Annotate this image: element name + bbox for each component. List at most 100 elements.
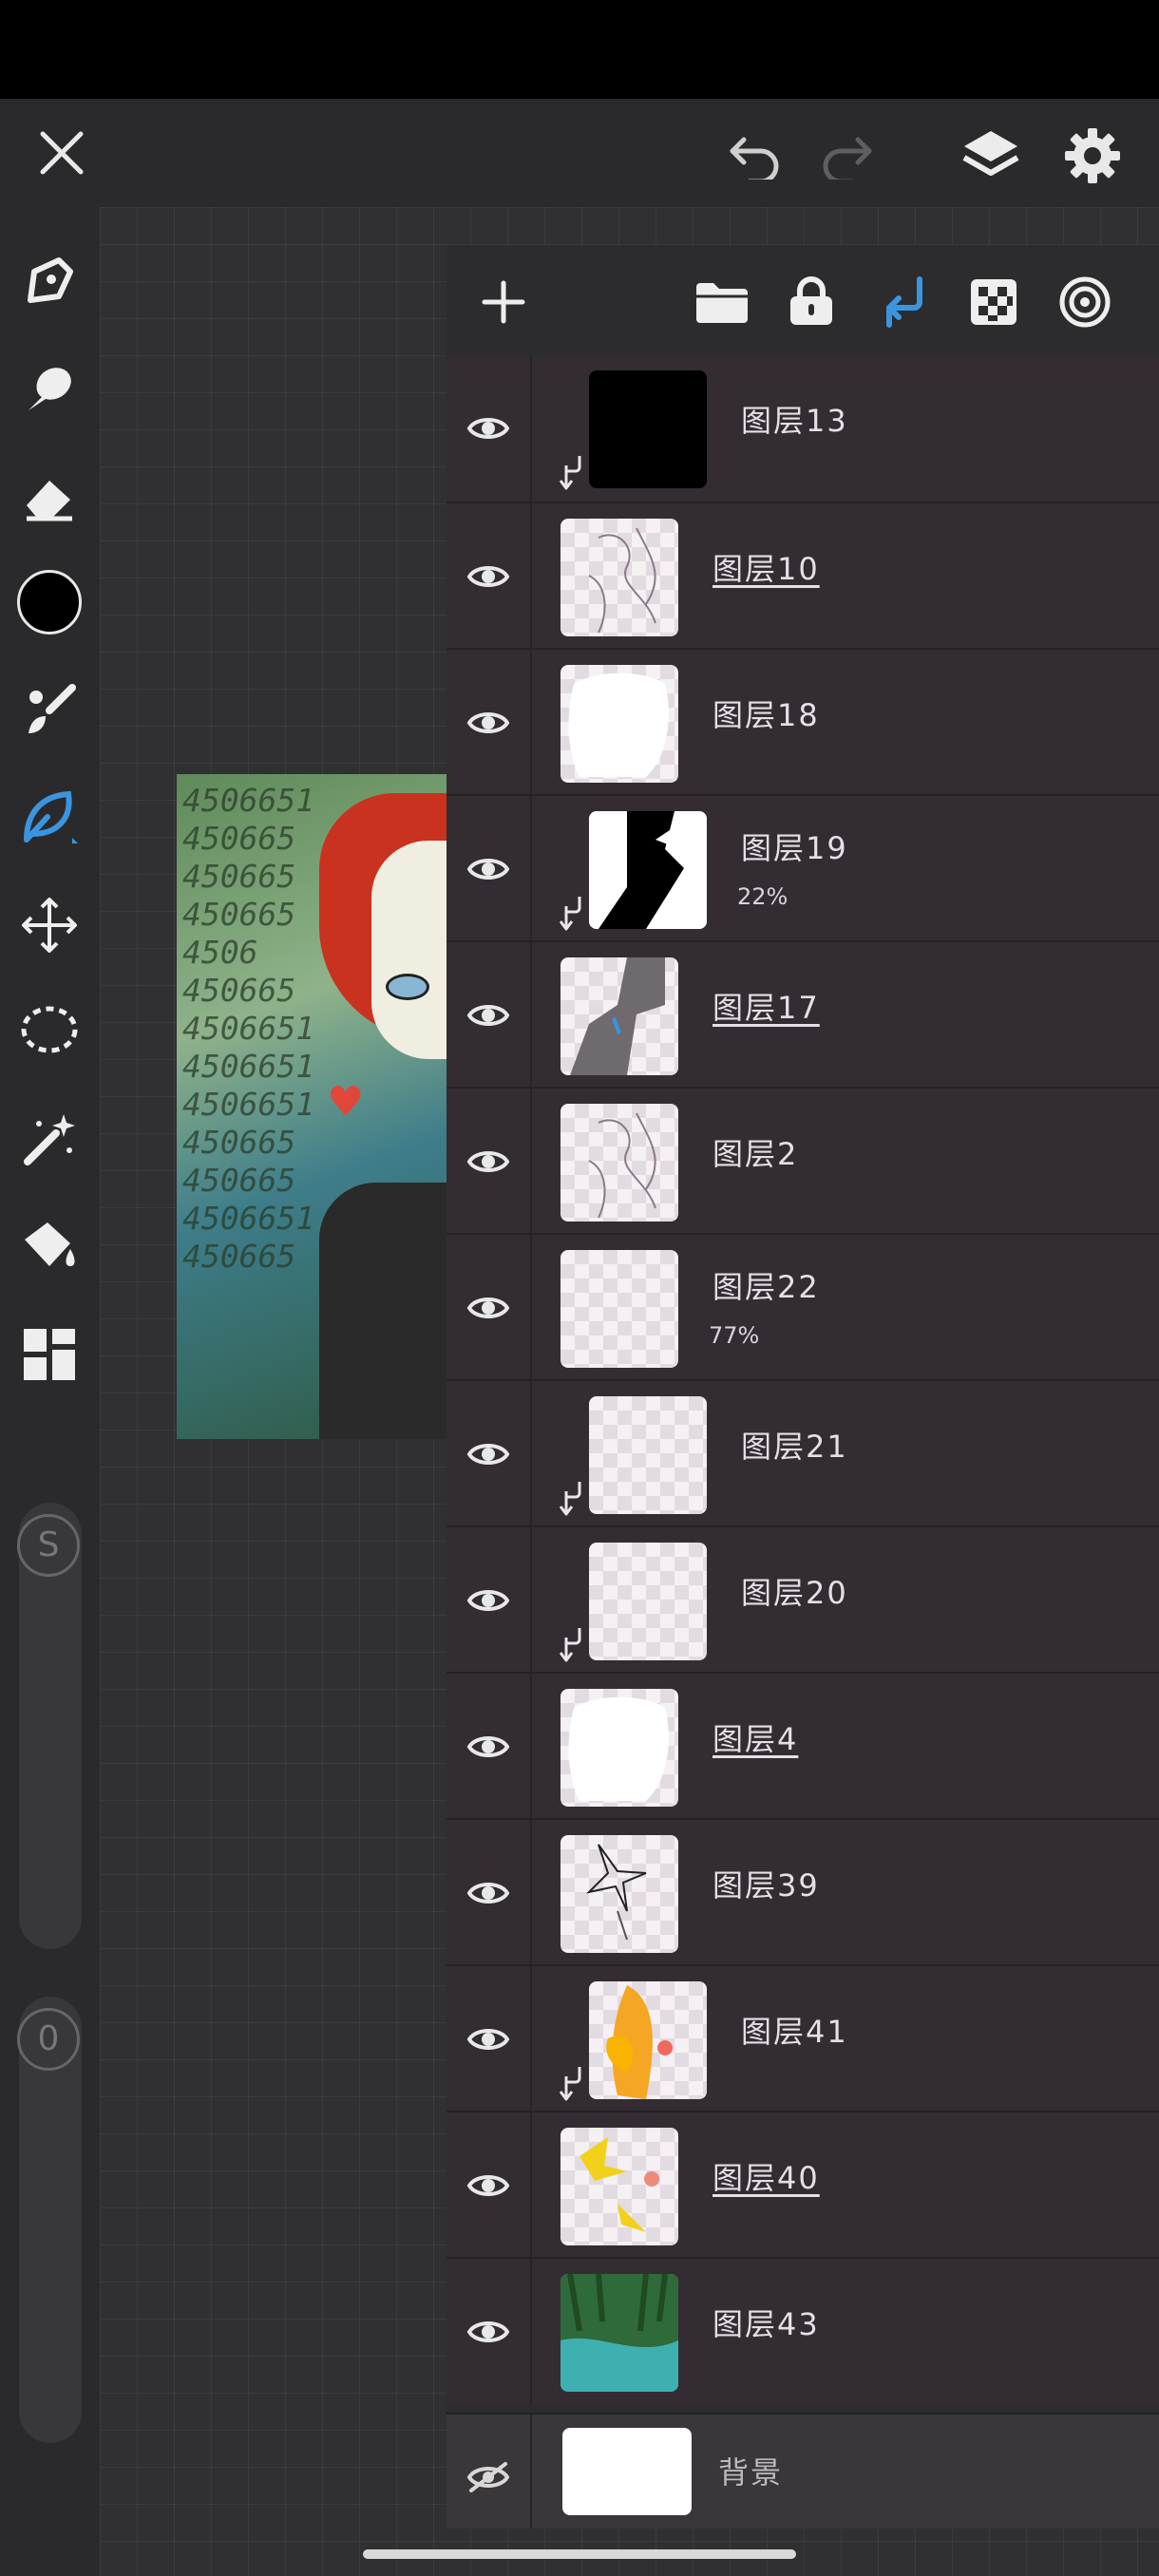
visibility-toggle[interactable] (446, 1527, 532, 1674)
layer-row[interactable]: 图层41 (446, 1964, 1159, 2112)
brush-size-label: S (17, 1514, 80, 1577)
layer-thumbnail (560, 1689, 678, 1807)
eye-icon (466, 1005, 510, 1026)
layer-row[interactable]: 图层39 (446, 1818, 1159, 1966)
eye-hidden-icon (466, 2462, 510, 2492)
visibility-toggle[interactable] (446, 355, 532, 502)
layer-thumbnail (560, 665, 678, 783)
artwork-digits: 4506651 450665 450665 450665 4506 450665… (182, 782, 315, 1275)
eraser-tool-icon[interactable] (13, 460, 86, 532)
color-swatch[interactable] (13, 566, 86, 638)
layer-name: 图层21 (741, 1429, 848, 1465)
layer-thumbnail (589, 811, 707, 929)
layer-row[interactable]: 图层40 (446, 2111, 1159, 2259)
layer-name: 背景 (718, 2454, 784, 2491)
transform-tool-icon[interactable] (13, 889, 86, 961)
visibility-toggle[interactable] (446, 796, 532, 942)
visibility-toggle[interactable] (446, 1674, 532, 1820)
layer-name: 图层43 (712, 2306, 820, 2342)
layer-thumbnail (589, 370, 707, 488)
layer-row[interactable]: 图层18 (446, 648, 1159, 796)
close-icon[interactable] (28, 120, 95, 186)
eye-icon (466, 1297, 510, 1318)
artwork-face (371, 841, 447, 1059)
current-color-swatch (17, 570, 82, 635)
visibility-toggle[interactable] (446, 1820, 532, 1966)
lock-icon[interactable] (783, 272, 840, 331)
layer-row[interactable]: 图层13 (446, 355, 1159, 502)
layer-opacity: 77% (709, 1322, 760, 1349)
layer-row[interactable]: 图层19 22% (446, 794, 1159, 942)
status-bar (0, 0, 1159, 99)
pen-tool-icon[interactable] (13, 245, 86, 317)
layer-row[interactable]: 图层2 (446, 1087, 1159, 1235)
add-layer-icon[interactable] (475, 274, 532, 331)
layer-row[interactable]: 图层4 (446, 1672, 1159, 1820)
visibility-toggle[interactable] (446, 1381, 532, 1527)
clip-indicator-icon (559, 454, 583, 500)
folder-icon[interactable] (692, 274, 752, 331)
visibility-toggle[interactable] (446, 2259, 532, 2405)
visibility-toggle[interactable] (446, 503, 532, 650)
eye-icon (466, 1883, 510, 1904)
eye-icon (466, 566, 510, 587)
layer-thumbnail (560, 957, 678, 1075)
redo-icon[interactable] (813, 123, 880, 189)
background-layer-row[interactable]: 背景 (446, 2413, 1159, 2529)
layer-name: 图层19 (741, 830, 848, 866)
more-tools-icon[interactable] (13, 1318, 86, 1391)
layer-effects-icon[interactable] (1056, 274, 1113, 331)
eye-icon (466, 1736, 510, 1757)
heart-icon: ♥ (327, 1078, 365, 1127)
transparency-lock-icon[interactable] (965, 274, 1022, 331)
layer-name: 图层22 (712, 1269, 820, 1305)
eye-icon (466, 712, 510, 733)
artwork-canvas[interactable]: 4506651 450665 450665 450665 4506 450665… (177, 774, 447, 1439)
eye-icon (466, 859, 510, 880)
layer-row[interactable]: 图层43 (446, 2257, 1159, 2405)
visibility-toggle[interactable] (446, 1966, 532, 2112)
layer-thumbnail (589, 1543, 707, 1660)
layer-row[interactable]: 图层21 (446, 1379, 1159, 1527)
visibility-toggle[interactable] (446, 1089, 532, 1235)
visibility-toggle[interactable] (446, 942, 532, 1089)
home-indicator (363, 2549, 796, 2559)
layer-row[interactable]: 图层20 (446, 1525, 1159, 1674)
layers-panel-toolbar (446, 245, 1159, 355)
visibility-toggle[interactable] (446, 2415, 532, 2529)
layer-name: 图层39 (712, 1867, 820, 1904)
blend-tool-icon[interactable] (13, 781, 86, 853)
layer-thumbnail (560, 1250, 678, 1368)
layer-row[interactable]: 图层10 (446, 502, 1159, 650)
smudge-tool-icon[interactable] (13, 351, 86, 424)
layer-name: 图层4 (712, 1721, 799, 1757)
left-toolbar: S 0 (0, 211, 100, 2576)
layer-row[interactable]: 图层17 (446, 940, 1159, 1089)
layer-thumbnail (560, 1835, 678, 1953)
brush-opacity-label: 0 (17, 2008, 80, 2071)
layers-icon[interactable] (955, 120, 1027, 192)
clip-indicator-icon (559, 1626, 583, 1672)
layer-thumbnail (589, 1396, 707, 1514)
layer-name: 图层20 (741, 1575, 848, 1611)
layers-panel: 图层13 图层10 图层18 图层19 22% 图层17 图层2 图层22 77% 图层21 图层2… (446, 245, 1159, 2529)
artwork-body (319, 1183, 447, 1439)
lasso-tool-icon[interactable] (13, 995, 86, 1068)
fill-tool-icon[interactable] (13, 1210, 86, 1282)
undo-icon[interactable] (722, 123, 788, 189)
layer-row[interactable]: 图层22 77% (446, 1233, 1159, 1381)
magic-wand-tool-icon[interactable] (13, 1104, 86, 1176)
artwork-eye (386, 974, 429, 1000)
layer-thumbnail (560, 2128, 678, 2245)
visibility-toggle[interactable] (446, 1235, 532, 1381)
visibility-toggle[interactable] (446, 2112, 532, 2259)
layer-name: 图层18 (712, 697, 820, 733)
brush-tool-icon[interactable] (13, 674, 86, 747)
layer-thumbnail (560, 2274, 678, 2392)
eye-icon (466, 418, 510, 439)
gear-icon[interactable] (1056, 120, 1129, 192)
visibility-toggle[interactable] (446, 650, 532, 796)
layer-thumbnail (560, 1104, 678, 1222)
eye-icon (466, 1151, 510, 1172)
clipping-mask-icon[interactable] (874, 272, 931, 331)
